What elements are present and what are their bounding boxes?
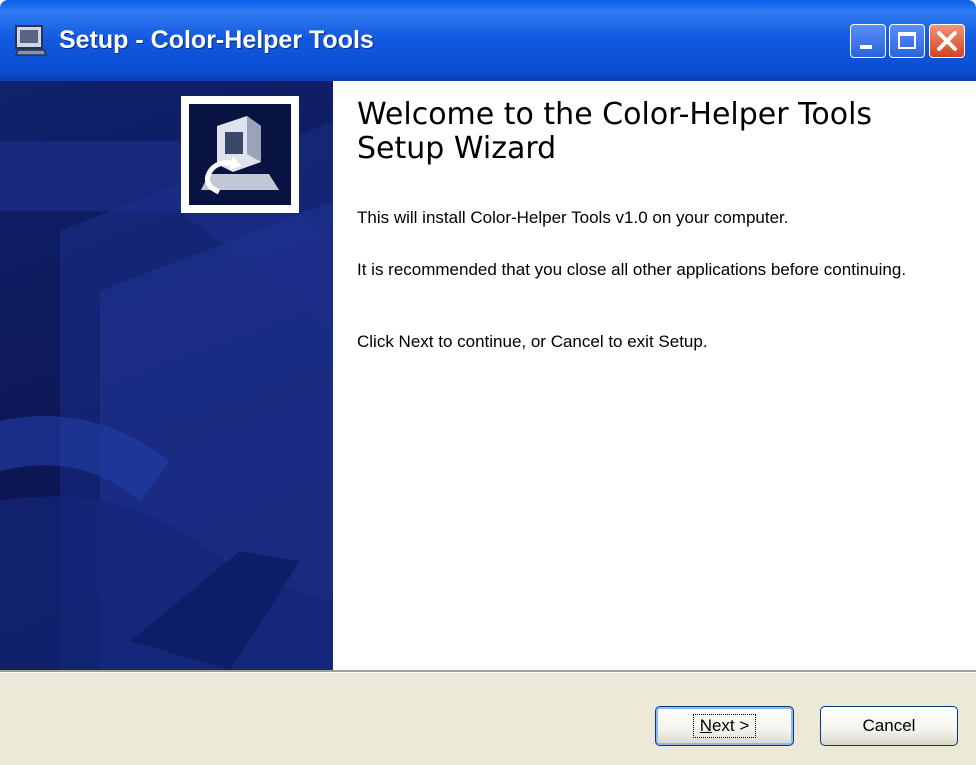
title-bar[interactable]: Setup - Color-Helper Tools: [0, 0, 976, 81]
next-button-label: Next >: [692, 714, 757, 738]
wizard-side-image: [0, 81, 333, 670]
close-button[interactable]: [929, 24, 965, 58]
window-title: Setup - Color-Helper Tools: [59, 26, 374, 54]
cancel-button[interactable]: Cancel: [820, 706, 958, 746]
recommendation-text: It is recommended that you close all oth…: [357, 260, 907, 279]
setup-app-icon[interactable]: [14, 22, 48, 58]
maximize-button[interactable]: [889, 24, 925, 58]
minimize-button[interactable]: [850, 24, 886, 58]
welcome-heading: Welcome to the Color-Helper Tools Setup …: [357, 97, 873, 166]
instructions-text: Click Next to continue, or Cancel to exi…: [357, 332, 708, 351]
install-info-text: This will install Color-Helper Tools v1.…: [357, 208, 789, 227]
close-icon: [930, 25, 964, 57]
button-bar: Next > Cancel: [0, 673, 976, 765]
install-computer-icon: [181, 96, 299, 213]
maximize-icon: [898, 32, 916, 49]
wizard-content: Welcome to the Color-Helper Tools Setup …: [333, 81, 976, 670]
minimize-icon: [860, 45, 872, 49]
next-button[interactable]: Next >: [655, 706, 794, 746]
